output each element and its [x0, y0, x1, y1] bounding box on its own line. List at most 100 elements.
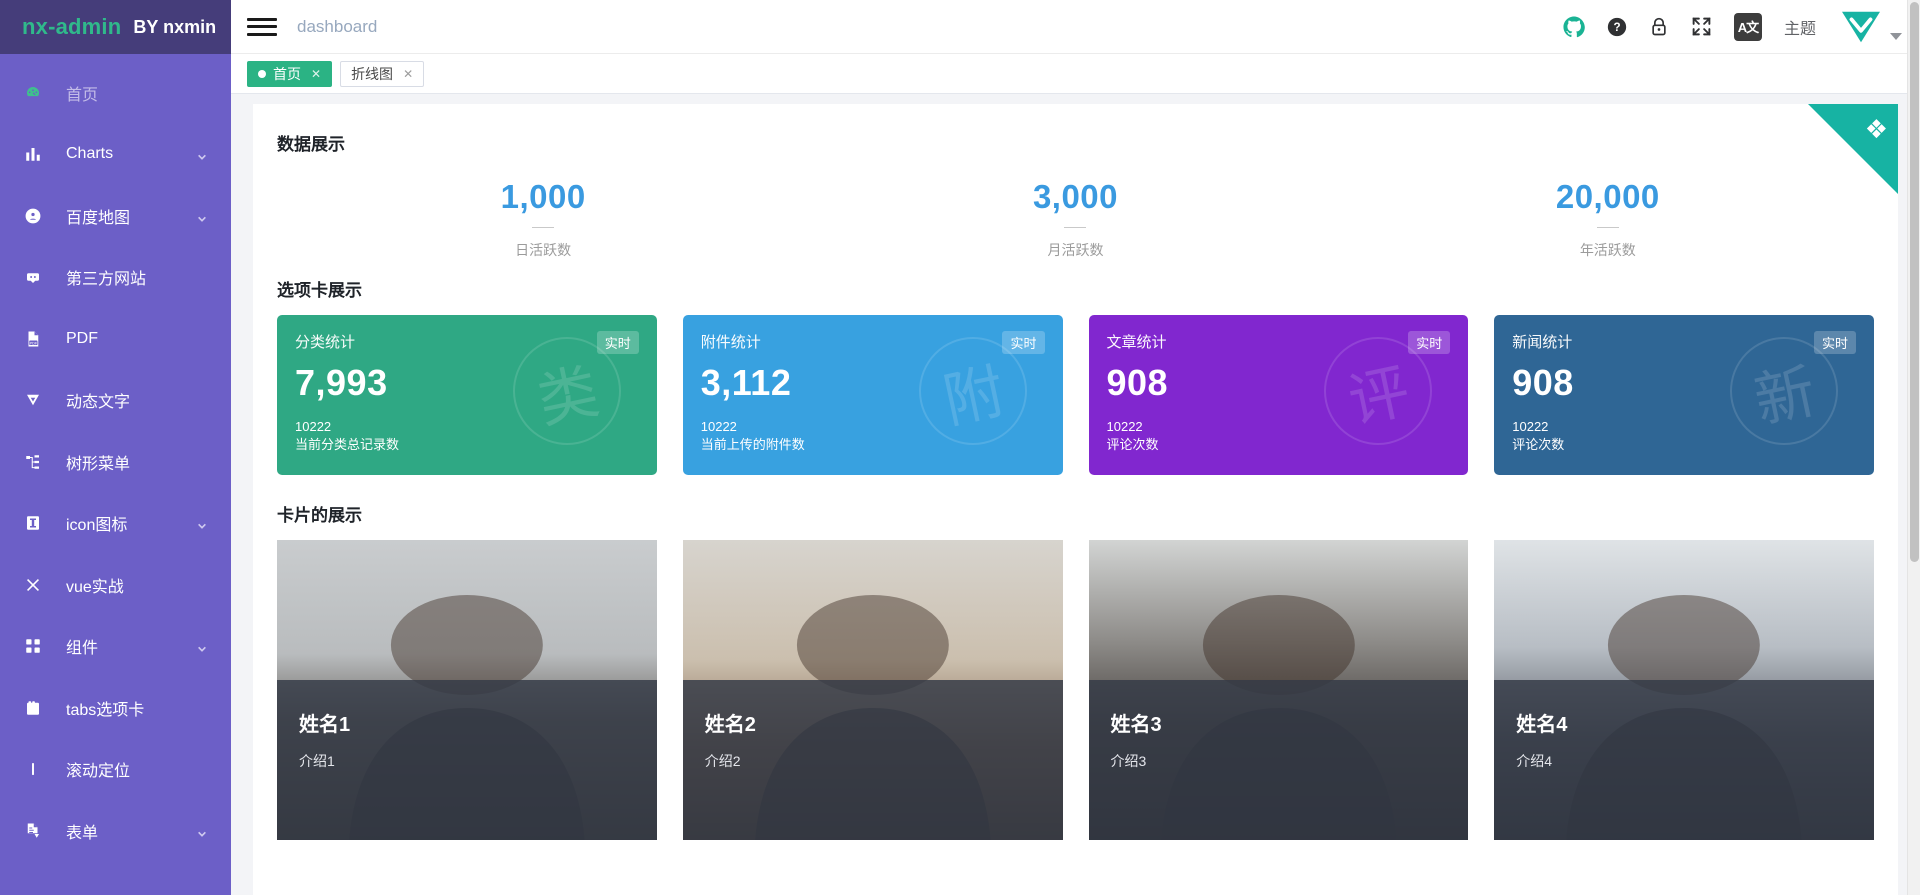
sidebar-item-label: 百度地图	[66, 209, 131, 227]
close-x-icon	[22, 574, 44, 596]
chevron-down-icon[interactable]	[197, 826, 207, 837]
top-navbar: dashboard ? A文 主题	[231, 0, 1920, 54]
tab-0[interactable]: 首页 ✕	[247, 60, 333, 87]
sidebar-item-label: 滚动定位	[66, 763, 131, 781]
sidebar-logo[interactable]: nx-admin BY nxmin	[0, 0, 231, 54]
photo-card-name: 姓名3	[1110, 713, 1162, 736]
stat-label: 年活跃数	[1579, 241, 1636, 258]
chevron-down-icon[interactable]	[197, 518, 207, 530]
map-icon	[22, 205, 44, 227]
stat-col-1: 3,000 月活跃数	[809, 177, 1341, 260]
photo-card-3[interactable]: 姓名4 介绍4	[1494, 539, 1874, 840]
page-scrollbar[interactable]	[1907, 0, 1920, 895]
stat-card-3[interactable]: 新实时 新闻统计 908 10222 评论次数	[1494, 314, 1874, 475]
scrollbar-thumb[interactable]	[1910, 2, 1919, 562]
photo-card-1[interactable]: 姓名2 介绍2	[682, 539, 1063, 840]
sidebar-item-label: 第三方网站	[66, 271, 147, 289]
sidebar-item-0[interactable]: 首页	[0, 62, 231, 124]
tree-icon	[22, 451, 44, 473]
dashboard-panel: ❖ 数据展示 1,000 日活跃数 3,000 月活跃数 20,000 年活跃数 选项卡展…	[253, 104, 1898, 895]
stat-card-2[interactable]: 评实时 文章统计 908 10222 评论次数	[1088, 314, 1469, 475]
photo-card-desc: 介绍3	[1110, 752, 1147, 769]
dashboard-icon	[22, 82, 44, 104]
tabs-icon	[22, 697, 44, 719]
sidebar-item-label: tabs选项卡	[66, 701, 145, 719]
photo-card-desc: 介绍1	[299, 752, 335, 769]
photo-cards-row: 姓名1 介绍1 姓名2 介绍2 姓名3 介绍3 姓名4 介绍4	[277, 539, 1874, 840]
diamond-avatar-icon	[1842, 11, 1880, 42]
stats-row: 1,000 日活跃数 3,000 月活跃数 20,000 年活跃数	[277, 161, 1874, 268]
corner-ribbon: ❖	[1808, 104, 1898, 194]
pdf-icon: PDF	[22, 328, 44, 350]
sidebar-item-label: Charts	[66, 145, 114, 163]
stat-divider	[532, 226, 555, 228]
sidebar: nx-admin BY nxmin 首页 Charts 百度地图 第三方网站 PDF PD…	[0, 0, 231, 895]
sidebar-item-label: 动态文字	[66, 394, 131, 412]
sidebar-item-12[interactable]: 表单	[0, 800, 231, 862]
sidebar-menu: 首页 Charts 百度地图第三方网站 PDF PDF 动态文字树形菜单 icon图标 vue…	[0, 54, 231, 862]
photo-card-2[interactable]: 姓名3 介绍3	[1088, 539, 1469, 840]
brand-name: nx-admin	[22, 14, 122, 39]
photo-card-overlay: 姓名3 介绍3	[1088, 679, 1469, 840]
theme-picker-button[interactable]: 主题	[1784, 15, 1816, 39]
stat-divider	[1064, 226, 1087, 228]
tab-label: 首页	[273, 65, 301, 82]
icon-grid-icon	[22, 512, 44, 534]
chart-bar-icon	[22, 143, 44, 165]
stat-value: 20,000	[1555, 178, 1660, 215]
fullscreen-icon[interactable]	[1691, 16, 1712, 37]
hamburger-menu-icon[interactable]	[247, 16, 277, 38]
stat-card-0[interactable]: 类实时 分类统计 7,993 10222 当前分类总记录数	[277, 314, 657, 475]
stat-divider	[1596, 226, 1619, 228]
tab-close-icon[interactable]: ✕	[311, 67, 321, 81]
chevron-down-icon[interactable]	[197, 641, 207, 653]
photo-card-overlay: 姓名2 介绍2	[682, 679, 1063, 840]
form-icon	[22, 820, 44, 842]
sidebar-item-label: icon图标	[66, 517, 128, 535]
svg-text:?: ?	[1613, 21, 1620, 34]
sidebar-item-11[interactable]: 滚动定位	[0, 739, 231, 801]
stat-col-0: 1,000 日活跃数	[277, 177, 809, 260]
brand-by: BY nxmin	[133, 16, 217, 37]
stat-value: 1,000	[500, 178, 586, 215]
language-switch-icon[interactable]: A文	[1733, 12, 1762, 41]
app-root: nx-admin BY nxmin 首页 Charts 百度地图 第三方网站 PDF PD…	[0, 0, 1920, 895]
sidebar-item-4[interactable]: PDF PDF	[0, 308, 231, 370]
sidebar-item-3[interactable]: 第三方网站	[0, 247, 231, 309]
chevron-down-icon[interactable]	[197, 211, 207, 222]
section-title-data-display: 数据展示	[277, 135, 345, 154]
sidebar-item-label: 首页	[66, 86, 99, 104]
tab-close-icon[interactable]: ✕	[403, 67, 413, 81]
sidebar-item-8[interactable]: vue实战	[0, 554, 231, 616]
sidebar-item-1[interactable]: Charts	[0, 124, 231, 186]
sidebar-item-10[interactable]: tabs选项卡	[0, 677, 231, 739]
sidebar-item-7[interactable]: icon图标	[0, 493, 231, 555]
tab-1[interactable]: 折线图 ✕	[340, 60, 425, 87]
photo-card-0[interactable]: 姓名1 介绍1	[277, 539, 657, 840]
sidebar-item-2[interactable]: 百度地图	[0, 185, 231, 247]
section-title-card-display: 卡片的展示	[277, 505, 362, 525]
stat-cards-row: 类实时 分类统计 7,993 10222 当前分类总记录数附实时 附件统计 3,112 102…	[277, 314, 1874, 475]
sidebar-item-label: PDF	[66, 329, 98, 347]
tab-label: 折线图	[351, 65, 394, 82]
photo-card-name: 姓名4	[1516, 713, 1568, 736]
stat-card-1[interactable]: 附实时 附件统计 3,112 10222 当前上传的附件数	[682, 314, 1063, 475]
lock-icon[interactable]	[1649, 17, 1669, 37]
sidebar-item-6[interactable]: 树形菜单	[0, 431, 231, 493]
chevron-down-icon[interactable]	[1890, 32, 1902, 40]
github-icon[interactable]	[1563, 15, 1585, 38]
card-title: 附件统计	[700, 333, 761, 351]
avatar[interactable]	[1838, 8, 1902, 46]
sidebar-item-9[interactable]: 组件	[0, 616, 231, 678]
chevron-down-icon[interactable]	[197, 149, 207, 161]
sidebar-item-label: 树形菜单	[66, 455, 131, 473]
photo-card-desc: 介绍4	[1516, 752, 1553, 769]
card-title: 新闻统计	[1512, 333, 1573, 351]
stat-value: 3,000	[1032, 178, 1119, 215]
stat-label: 月活跃数	[1047, 241, 1104, 258]
sidebar-item-label: vue实战	[66, 578, 124, 596]
sidebar-item-label: 组件	[66, 640, 99, 658]
tabs-bar: 首页 ✕ 折线图 ✕	[231, 54, 1920, 94]
sidebar-item-5[interactable]: 动态文字	[0, 370, 231, 432]
question-circle-icon[interactable]: ?	[1607, 17, 1627, 37]
